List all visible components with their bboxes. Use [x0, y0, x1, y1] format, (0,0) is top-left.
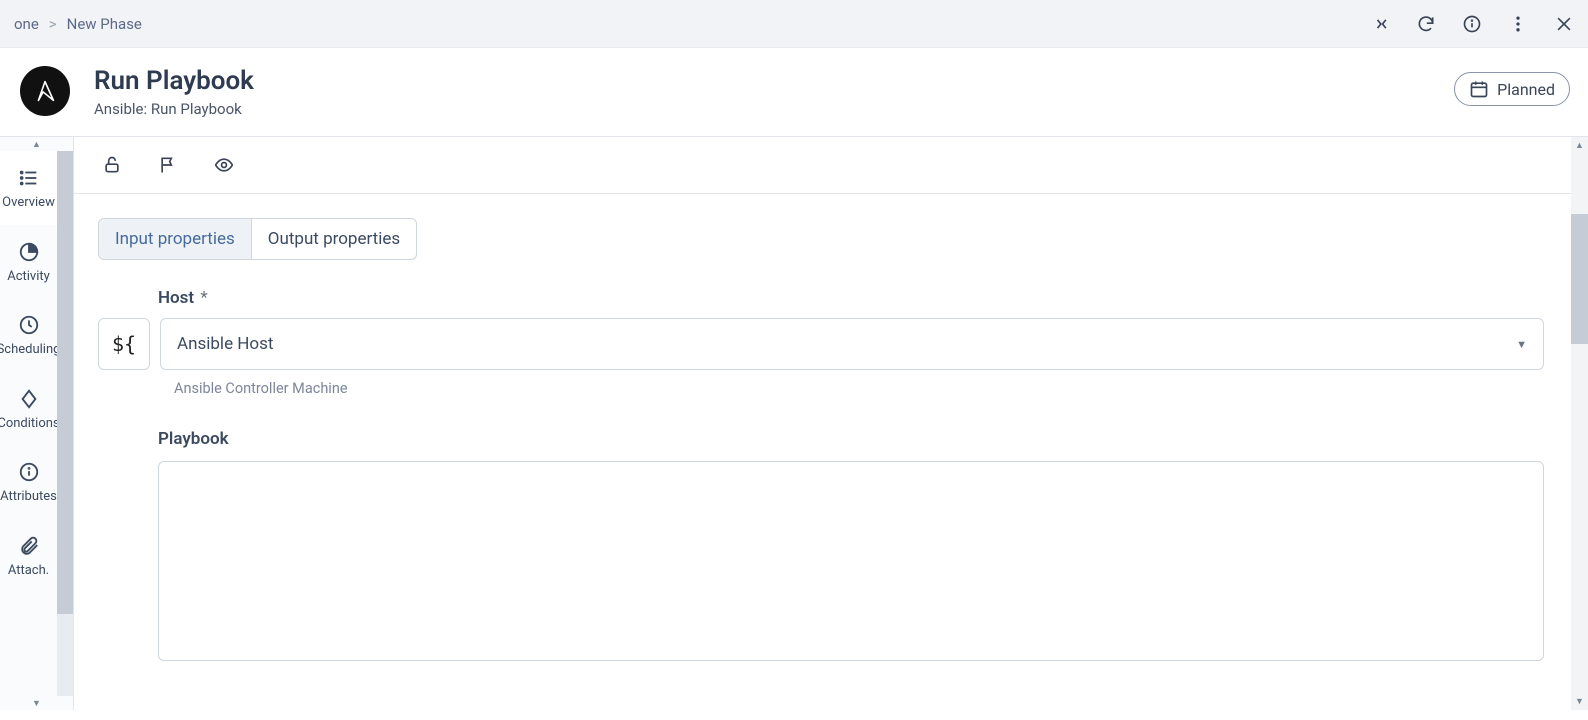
tab-output-properties[interactable]: Output properties — [251, 219, 416, 259]
clock-icon — [18, 314, 40, 336]
body: ▲ Overview Activity Scheduling Condition… — [0, 137, 1588, 710]
playbook-label: Playbook — [158, 429, 1544, 449]
field-host: Host * ${ Ansible Host ▼ Ansible Control… — [98, 288, 1544, 397]
host-label: Host * — [158, 288, 1544, 308]
calendar-icon — [1469, 79, 1489, 99]
scroll-thumb[interactable] — [1571, 214, 1588, 344]
pie-icon — [18, 241, 40, 263]
refresh-icon[interactable] — [1416, 14, 1436, 34]
header: Run Playbook Ansible: Run Playbook Plann… — [0, 48, 1588, 137]
scroll-down-icon[interactable]: ▼ — [1575, 693, 1584, 710]
sidebar-item-label: Conditions — [0, 416, 60, 432]
top-bar: one > New Phase — [0, 0, 1588, 48]
required-marker: * — [200, 288, 207, 308]
sidebar-item-attributes[interactable]: Attributes — [0, 445, 57, 519]
playbook-textarea[interactable] — [158, 461, 1544, 661]
field-playbook: Playbook — [98, 429, 1544, 665]
page-title: Run Playbook — [94, 66, 254, 96]
info-icon — [18, 461, 40, 483]
sidebar-scrollbar[interactable] — [57, 151, 73, 696]
host-select[interactable]: Ansible Host ▼ — [160, 318, 1544, 370]
sidebar-item-label: Overview — [2, 195, 55, 211]
breadcrumb-separator: > — [49, 15, 57, 33]
diamond-icon — [18, 388, 40, 410]
property-tabs: Input properties Output properties — [98, 218, 417, 260]
top-actions — [1370, 14, 1574, 34]
main: Input properties Output properties Host … — [74, 137, 1588, 710]
sidebar-item-label: Attributes — [0, 489, 57, 505]
sidebar-scroll-up[interactable]: ▲ — [0, 137, 73, 151]
list-icon — [18, 167, 40, 189]
sidebar-item-label: Activity — [7, 269, 50, 285]
chevron-down-icon: ▼ — [1516, 338, 1527, 351]
more-icon[interactable] — [1508, 14, 1528, 34]
sidebar-item-label: Attach. — [8, 563, 49, 579]
sidebar: ▲ Overview Activity Scheduling Condition… — [0, 137, 74, 710]
host-label-text: Host — [158, 288, 194, 308]
variable-insert-button[interactable]: ${ — [98, 318, 150, 370]
host-hint: Ansible Controller Machine — [174, 380, 1544, 397]
content: Input properties Output properties Host … — [74, 194, 1588, 665]
eye-icon[interactable] — [214, 155, 234, 175]
sidebar-item-conditions[interactable]: Conditions — [0, 372, 57, 446]
breadcrumb: one > New Phase — [14, 15, 142, 33]
tab-input-properties[interactable]: Input properties — [99, 219, 251, 259]
ansible-logo — [20, 66, 70, 116]
sidebar-scroll-down[interactable]: ▼ — [0, 696, 73, 710]
status-pill[interactable]: Planned — [1454, 72, 1570, 106]
flag-icon[interactable] — [158, 155, 178, 175]
sidebar-item-overview[interactable]: Overview — [0, 151, 57, 225]
collapse-icon[interactable] — [1370, 14, 1390, 34]
form: Host * ${ Ansible Host ▼ Ansible Control… — [98, 288, 1544, 665]
info-icon[interactable] — [1462, 14, 1482, 34]
sidebar-item-activity[interactable]: Activity — [0, 225, 57, 299]
sidebar-item-label: Scheduling — [0, 342, 60, 358]
unlock-icon[interactable] — [102, 155, 122, 175]
scroll-up-icon[interactable]: ▲ — [1575, 137, 1584, 154]
paperclip-icon — [18, 535, 40, 557]
toolbar — [74, 137, 1588, 194]
status-label: Planned — [1497, 80, 1555, 99]
main-scrollbar[interactable]: ▲ ▼ — [1571, 137, 1588, 710]
title-block: Run Playbook Ansible: Run Playbook — [94, 66, 254, 118]
page-subtitle: Ansible: Run Playbook — [94, 100, 254, 118]
sidebar-item-attachments[interactable]: Attach. — [0, 519, 57, 593]
sidebar-item-scheduling[interactable]: Scheduling — [0, 298, 57, 372]
close-icon[interactable] — [1554, 14, 1574, 34]
breadcrumb-item-one[interactable]: one — [14, 15, 39, 33]
host-select-value: Ansible Host — [177, 334, 273, 354]
breadcrumb-item-new-phase[interactable]: New Phase — [67, 15, 142, 33]
